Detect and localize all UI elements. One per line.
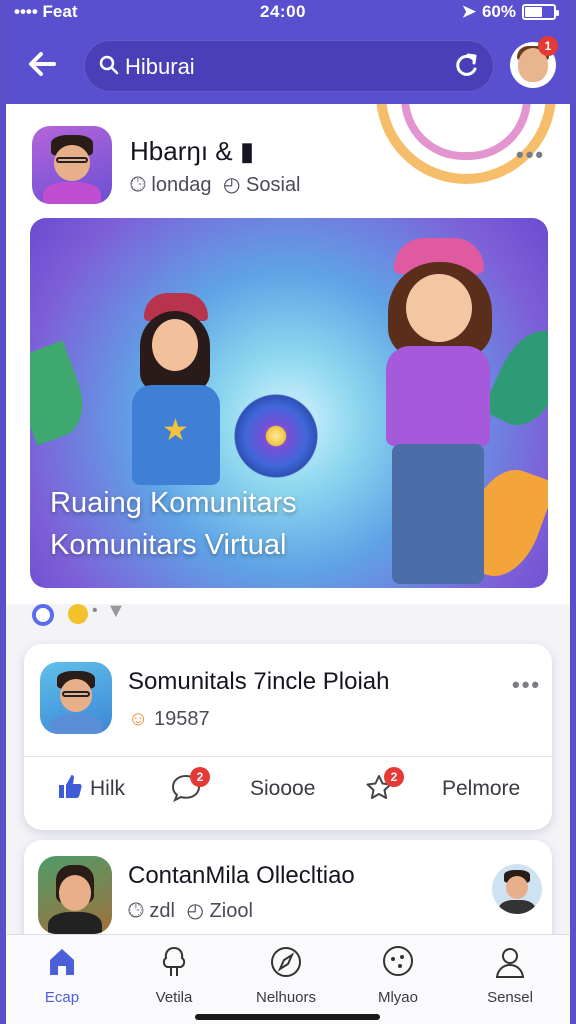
carousel-dot[interactable]: • [92,602,98,620]
post-card: ContanMila Ollecltiao 🕒︎ zdl ◴ Ziool [24,840,552,934]
carousel-dot[interactable] [68,604,88,624]
like-button[interactable]: Hilk [90,777,125,801]
profile-icon [493,945,527,979]
reaction-count: 19587 [153,708,210,730]
top-bar: 1 [6,30,570,102]
nav-nelhuors[interactable]: Nelhuors [236,945,336,1015]
refresh-icon[interactable] [453,51,479,86]
star-badge: 2 [384,767,404,787]
status-right: ➤ 60% [461,2,559,22]
globe-icon: ◴ [223,174,241,196]
nav-nelhuors-label: Nelhuors [255,989,317,1006]
avatar-glasses [56,157,88,164]
home-indicator[interactable] [195,1014,380,1020]
avatar-body [50,713,102,734]
back-arrow-icon[interactable] [24,46,64,86]
hero-image[interactable]: ★ Ruaing Komunitars Komunitars Virtual [30,218,548,588]
post-category: Sosial [246,174,301,196]
card-category: Ziool [209,900,253,922]
globe-icon: ◴ [186,900,204,922]
avatar-body [43,182,101,204]
clock-icon: 🕒︎ [128,900,144,922]
nav-mlyao[interactable]: Mlyao [348,945,448,1015]
carousel-indicator[interactable]: • ▼ [32,600,172,626]
nav-sensel-label: Sensel [487,989,533,1006]
comment-badge: 2 [190,767,210,787]
avatar-body [499,900,535,914]
card-time: zdl [149,900,175,922]
more-button[interactable]: Pelmore [442,777,520,801]
compass-icon [269,945,303,979]
avatar-face [58,874,92,911]
tree-icon [157,945,191,979]
chat-icon [381,945,415,979]
home-icon [45,945,79,979]
nav-mlyao-label: Mlyao [377,989,418,1006]
post-time: londag [151,174,212,196]
search-bar[interactable] [84,40,494,92]
card-avatar[interactable] [40,662,112,734]
battery-percent: 60% [481,2,516,21]
emoji-icon: ☺︎ [128,708,149,730]
share-button[interactable]: Sioooe [250,777,315,801]
avatar-glasses [61,690,91,697]
like-icon[interactable] [56,773,84,808]
card-title[interactable]: ContanMila Ollecltiao [128,862,355,890]
search-input[interactable] [125,49,425,85]
hero-title-line1: Ruaing Komunitars [50,487,297,519]
post-card: Somunitals 7incle Ploiah ☺︎ 19587 ••• Hi… [24,644,552,830]
action-bar: Hilk 2 Sioooe 2 Pelmore [24,756,552,828]
card-avatar[interactable] [38,856,112,934]
author-suffix: & ▮ [215,136,255,166]
heart-icon[interactable]: ▼ [106,600,126,623]
notification-badge: 1 [538,36,558,56]
featured-post: Hbarŋı & ▮ 🕒︎ londag ◴ Sosial ••• ★ Ruai… [6,104,570,626]
avatar-face [506,876,528,899]
battery-fill [525,7,542,17]
author-name: Hbarŋı [130,136,209,166]
status-bar: •••• Feat 24:00 ➤ 60% [6,0,570,26]
post-author[interactable]: Hbarŋı & ▮ [130,136,254,167]
clock-icon: 🕒︎ [130,174,146,196]
app-screen: •••• Feat 24:00 ➤ 60% 1 [6,0,570,1024]
post-meta: 🕒︎ londag ◴ Sosial [130,172,301,197]
nav-sensel[interactable]: Sensel [460,945,560,1015]
hero-caption: Ruaing Komunitars Komunitars Virtual [50,482,530,566]
more-options-icon[interactable]: ••• [516,142,545,168]
comment-icon[interactable]: 2 [170,767,210,810]
nav-vetila[interactable]: Vetila [124,945,224,1015]
profile-avatar[interactable]: 1 [510,36,558,88]
card-meta: 🕒︎ zdl ◴ Ziool [128,898,253,923]
clock: 24:00 [260,2,306,21]
search-icon [99,55,119,81]
small-avatar[interactable] [492,864,542,914]
bottom-navigation: Ecap Vetila Nelhuors Mlyao Sensel [6,934,570,1024]
author-avatar[interactable] [32,126,112,204]
music-disc [228,388,324,484]
nav-home-label: Ecap [44,989,80,1006]
feed[interactable]: Hbarŋı & ▮ 🕒︎ londag ◴ Sosial ••• ★ Ruai… [6,104,570,934]
nav-vetila-label: Vetila [155,989,193,1006]
card-title[interactable]: Somunitals 7incle Ploiah [128,668,389,696]
star-icon[interactable]: 2 [364,767,404,810]
avatar-body [48,912,102,934]
battery-icon [522,4,559,20]
more-options-icon[interactable]: ••• [512,672,541,698]
nav-home[interactable]: Ecap [12,945,112,1015]
hero-title-line2: Komunitars Virtual [50,529,287,561]
card-reactions: ☺︎ 19587 [128,708,210,731]
location-icon: ➤ [461,2,476,21]
leaf-decoration [30,340,94,446]
carrier-label: •••• Feat [14,2,78,21]
carousel-dot-active[interactable] [32,604,54,626]
